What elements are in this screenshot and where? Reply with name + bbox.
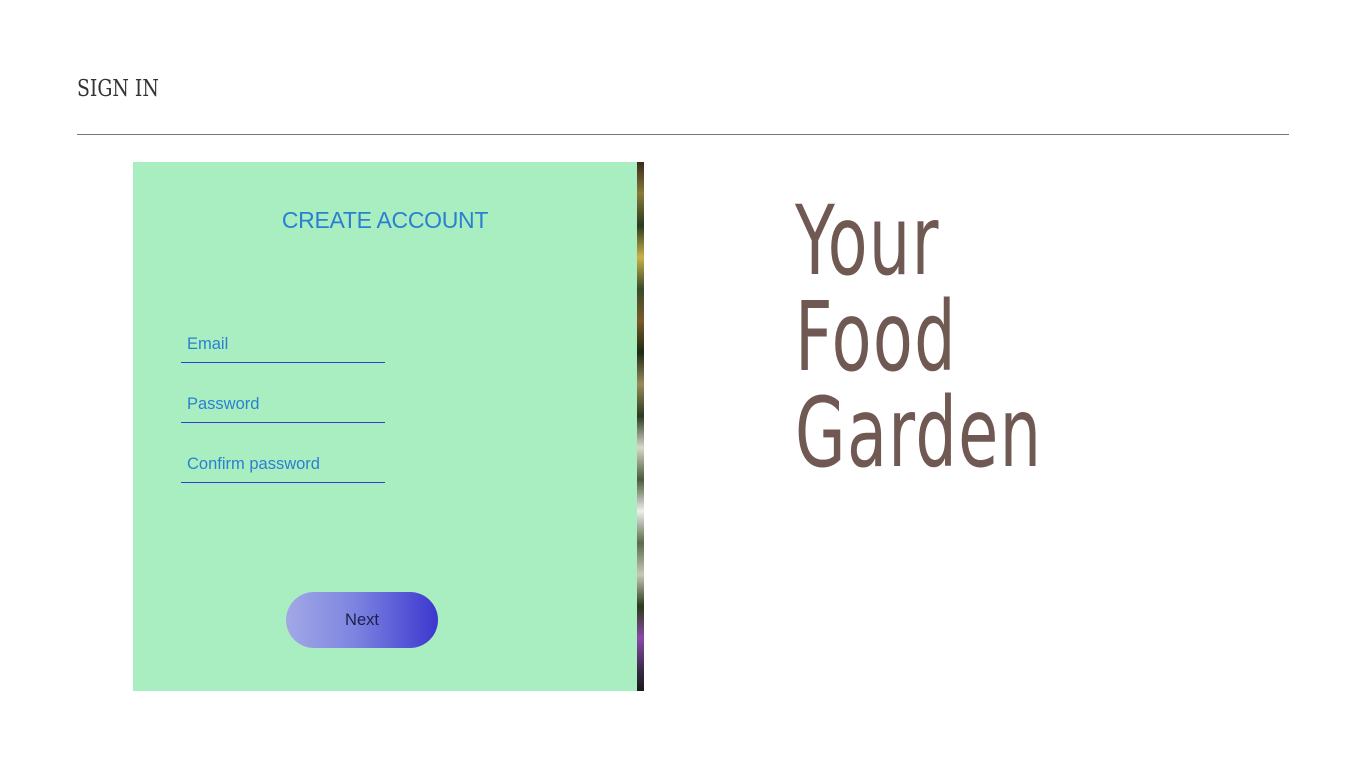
garden-photo-edge	[637, 162, 644, 691]
hero-line-food: Food	[795, 281, 957, 393]
hero-heading: Your Food Garden	[795, 193, 1042, 481]
email-field[interactable]	[181, 327, 385, 363]
page-title: SIGN IN	[77, 76, 159, 102]
next-button[interactable]: Next	[286, 592, 438, 648]
password-field[interactable]	[181, 387, 385, 423]
hero-line-garden: Garden	[795, 377, 1043, 489]
hero-line-your: Your	[795, 185, 940, 297]
confirm-password-field[interactable]	[181, 447, 385, 483]
header-divider	[77, 134, 1289, 135]
create-account-title: CREATE ACCOUNT	[281, 207, 489, 233]
